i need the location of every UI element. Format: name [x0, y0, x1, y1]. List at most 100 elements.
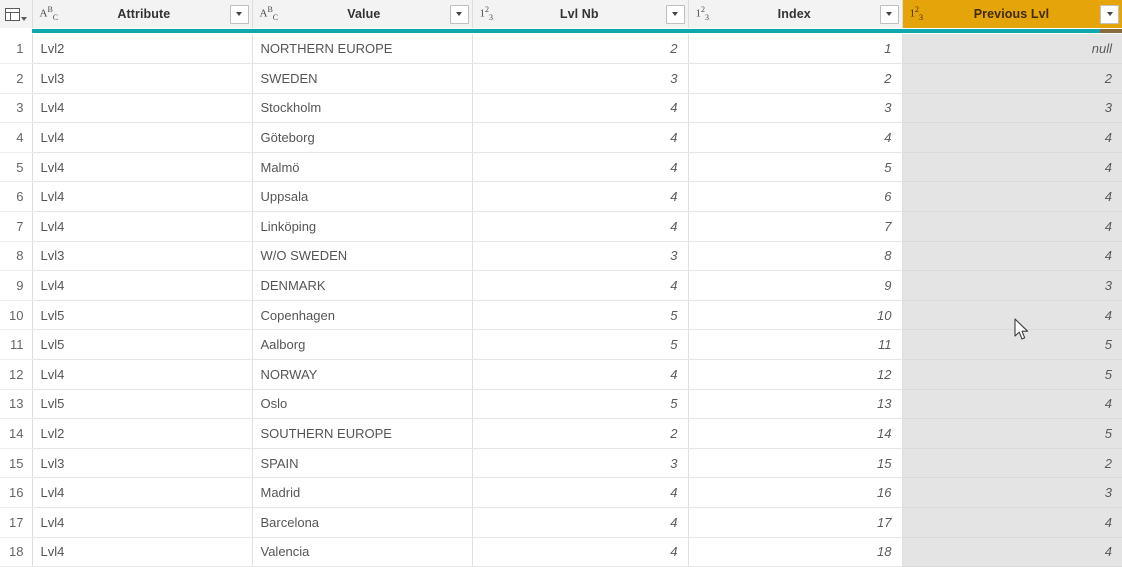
cell-attribute[interactable]: Lvl4 [32, 537, 253, 567]
cell-previous-lvl[interactable]: 4 [902, 152, 1122, 183]
cell-index[interactable]: 11 [688, 329, 903, 361]
cell-index[interactable]: 14 [688, 418, 903, 449]
cell-value[interactable]: Linköping [252, 211, 473, 242]
table-row[interactable]: 8 Lvl3 W/O SWEDEN 3 8 4 [0, 241, 1122, 272]
cell-attribute[interactable]: Lvl3 [32, 63, 253, 94]
cell-previous-lvl[interactable]: 4 [902, 241, 1122, 272]
cell-index[interactable]: 16 [688, 477, 903, 508]
cell-value[interactable]: NORWAY [252, 359, 473, 390]
cell-attribute[interactable]: Lvl4 [32, 181, 253, 213]
table-row[interactable]: 3 Lvl4 Stockholm 4 3 3 [0, 93, 1122, 124]
cell-attribute[interactable]: Lvl2 [32, 34, 253, 65]
cell-value[interactable]: DENMARK [252, 270, 473, 301]
cell-lvl-nb[interactable]: 4 [472, 211, 689, 242]
table-row[interactable]: 18 Lvl4 Valencia 4 18 4 [0, 537, 1122, 567]
cell-value[interactable]: SWEDEN [252, 63, 473, 94]
cell-attribute[interactable]: Lvl4 [32, 93, 253, 124]
cell-previous-lvl[interactable]: null [902, 34, 1122, 65]
table-row[interactable]: 4 Lvl4 Göteborg 4 4 4 [0, 122, 1122, 153]
table-row[interactable]: 11 Lvl5 Aalborg 5 11 5 [0, 329, 1122, 361]
column-header-previous-lvl[interactable]: 123 Previous Lvl [902, 0, 1122, 28]
table-row[interactable]: 10 Lvl5 Copenhagen 5 10 4 [0, 300, 1122, 331]
cell-lvl-nb[interactable]: 5 [472, 389, 689, 420]
cell-previous-lvl[interactable]: 4 [902, 211, 1122, 242]
table-row[interactable]: 9 Lvl4 DENMARK 4 9 3 [0, 270, 1122, 301]
table-row[interactable]: 12 Lvl4 NORWAY 4 12 5 [0, 359, 1122, 390]
cell-previous-lvl[interactable]: 5 [902, 329, 1122, 361]
column-filter-dropdown-attribute[interactable] [229, 4, 249, 24]
cell-lvl-nb[interactable]: 2 [472, 418, 689, 449]
cell-lvl-nb[interactable]: 4 [472, 93, 689, 124]
cell-index[interactable]: 18 [688, 537, 903, 567]
cell-attribute[interactable]: Lvl4 [32, 211, 253, 242]
table-row[interactable]: 14 Lvl2 SOUTHERN EUROPE 2 14 5 [0, 418, 1122, 449]
cell-value[interactable]: Göteborg [252, 122, 473, 153]
cell-value[interactable]: Stockholm [252, 93, 473, 124]
cell-index[interactable]: 13 [688, 389, 903, 420]
cell-index[interactable]: 9 [688, 270, 903, 301]
column-filter-dropdown-index[interactable] [879, 4, 899, 24]
cell-attribute[interactable]: Lvl4 [32, 270, 253, 301]
cell-lvl-nb[interactable]: 4 [472, 152, 689, 183]
table-row[interactable]: 13 Lvl5 Oslo 5 13 4 [0, 389, 1122, 420]
table-row[interactable]: 15 Lvl3 SPAIN 3 15 2 [0, 448, 1122, 479]
cell-value[interactable]: Barcelona [252, 507, 473, 538]
column-header-lvl-nb[interactable]: 123 Lvl Nb [472, 0, 689, 28]
column-header-attribute[interactable]: ABC Attribute [32, 0, 253, 28]
table-row[interactable]: 7 Lvl4 Linköping 4 7 4 [0, 211, 1122, 242]
cell-attribute[interactable]: Lvl5 [32, 300, 253, 331]
cell-index[interactable]: 7 [688, 211, 903, 242]
cell-value[interactable]: Valencia [252, 537, 473, 567]
cell-attribute[interactable]: Lvl4 [32, 152, 253, 183]
column-header-value[interactable]: ABC Value [252, 0, 473, 28]
cell-lvl-nb[interactable]: 4 [472, 477, 689, 508]
cell-attribute[interactable]: Lvl4 [32, 477, 253, 508]
cell-index[interactable]: 12 [688, 359, 903, 390]
cell-previous-lvl[interactable]: 3 [902, 477, 1122, 508]
cell-previous-lvl[interactable]: 2 [902, 63, 1122, 94]
cell-lvl-nb[interactable]: 3 [472, 63, 689, 94]
cell-previous-lvl[interactable]: 5 [902, 359, 1122, 390]
cell-value[interactable]: Madrid [252, 477, 473, 508]
table-row[interactable]: 1 Lvl2 NORTHERN EUROPE 2 1 null [0, 34, 1122, 65]
cell-index[interactable]: 1 [688, 34, 903, 65]
cell-value[interactable]: W/O SWEDEN [252, 241, 473, 272]
cell-value[interactable]: Copenhagen [252, 300, 473, 331]
cell-index[interactable]: 10 [688, 300, 903, 331]
table-row[interactable]: 2 Lvl3 SWEDEN 3 2 2 [0, 63, 1122, 94]
cell-index[interactable]: 17 [688, 507, 903, 538]
cell-index[interactable]: 3 [688, 93, 903, 124]
cell-attribute[interactable]: Lvl4 [32, 359, 253, 390]
cell-previous-lvl[interactable]: 3 [902, 93, 1122, 124]
cell-attribute[interactable]: Lvl2 [32, 418, 253, 449]
cell-value[interactable]: Uppsala [252, 181, 473, 213]
cell-value[interactable]: Aalborg [252, 329, 473, 361]
cell-lvl-nb[interactable]: 4 [472, 122, 689, 153]
cell-previous-lvl[interactable]: 4 [902, 537, 1122, 567]
cell-lvl-nb[interactable]: 4 [472, 270, 689, 301]
cell-lvl-nb[interactable]: 3 [472, 448, 689, 479]
cell-previous-lvl[interactable]: 4 [902, 507, 1122, 538]
cell-value[interactable]: SPAIN [252, 448, 473, 479]
cell-index[interactable]: 6 [688, 181, 903, 213]
cell-index[interactable]: 4 [688, 122, 903, 153]
cell-previous-lvl[interactable]: 4 [902, 389, 1122, 420]
column-filter-dropdown-value[interactable] [449, 4, 469, 24]
cell-previous-lvl[interactable]: 4 [902, 122, 1122, 153]
table-row[interactable]: 6 Lvl4 Uppsala 4 6 4 [0, 181, 1122, 213]
column-filter-dropdown-previous-lvl[interactable] [1100, 4, 1119, 24]
cell-attribute[interactable]: Lvl3 [32, 241, 253, 272]
table-row[interactable]: 5 Lvl4 Malmö 4 5 4 [0, 152, 1122, 183]
cell-lvl-nb[interactable]: 4 [472, 359, 689, 390]
cell-value[interactable]: SOUTHERN EUROPE [252, 418, 473, 449]
cell-lvl-nb[interactable]: 4 [472, 537, 689, 567]
cell-attribute[interactable]: Lvl4 [32, 507, 253, 538]
select-all-corner-button[interactable] [0, 0, 33, 28]
cell-attribute[interactable]: Lvl3 [32, 448, 253, 479]
cell-attribute[interactable]: Lvl5 [32, 389, 253, 420]
cell-lvl-nb[interactable]: 4 [472, 507, 689, 538]
cell-previous-lvl[interactable]: 3 [902, 270, 1122, 301]
cell-index[interactable]: 8 [688, 241, 903, 272]
cell-lvl-nb[interactable]: 2 [472, 34, 689, 65]
cell-previous-lvl[interactable]: 5 [902, 418, 1122, 449]
